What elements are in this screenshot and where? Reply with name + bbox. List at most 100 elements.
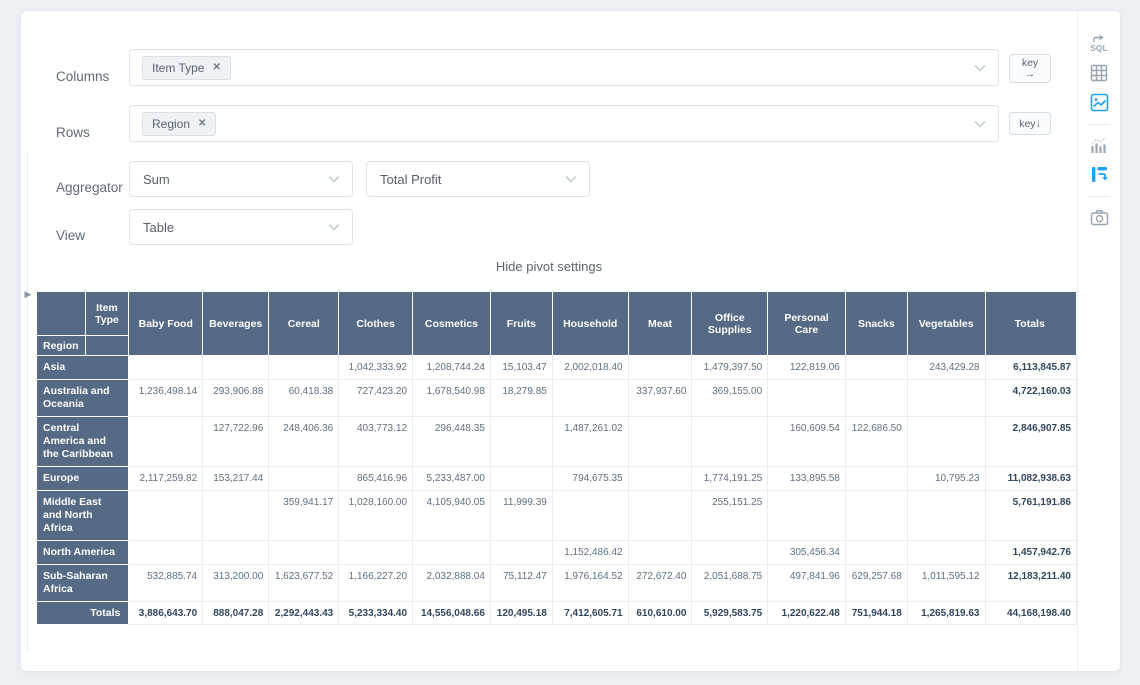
pivot-column-header: Household: [552, 292, 628, 356]
chart-editor-icon[interactable]: [1088, 134, 1110, 156]
columns-sort-key-button[interactable]: key →: [1009, 54, 1051, 83]
expand-panel-handle-icon[interactable]: ▶: [22, 287, 34, 301]
aggregator-select[interactable]: Sum: [129, 161, 353, 197]
columns-select[interactable]: Item Type ✕: [129, 49, 999, 86]
pivot-value-cell: 727,423.20: [339, 380, 413, 417]
pivot-value-cell: 1,479,397.50: [692, 356, 768, 380]
key-button-label: key: [1019, 118, 1035, 130]
pivot-value-cell: 337,937.60: [628, 380, 692, 417]
pivot-value-cell: [129, 417, 203, 467]
pivot-value-cell: 313,200.00: [203, 565, 269, 602]
pivot-value-cell: 1,028,160.00: [339, 491, 413, 541]
pivot-value-cell: 369,155.00: [692, 380, 768, 417]
pivot-column-header: Cosmetics: [413, 292, 491, 356]
pivot-value-cell: 532,885.74: [129, 565, 203, 602]
view-select[interactable]: Table: [129, 209, 353, 245]
toolbar-divider: [1088, 196, 1110, 197]
pivot-row-label: Australia and Oceania: [37, 380, 129, 417]
pivot-column-total-cell: 5,233,334.40: [339, 602, 413, 625]
pivot-column-header: Baby Food: [129, 292, 203, 356]
visualization-view-icon[interactable]: [1088, 91, 1110, 113]
pivot-value-cell: 11,999.39: [490, 491, 552, 541]
pivot-row-total-cell: 5,761,191.86: [985, 491, 1077, 541]
pivot-value-cell: [552, 380, 628, 417]
remove-tag-icon[interactable]: ✕: [198, 119, 206, 129]
pivot-value-cell: [129, 541, 203, 565]
pivot-column-header: Cereal: [269, 292, 339, 356]
pivot-row-label: Central America and the Caribbean: [37, 417, 129, 467]
pivot-value-cell: 1,487,261.02: [552, 417, 628, 467]
pivot-editor-icon[interactable]: [1088, 163, 1110, 185]
hide-pivot-settings-link[interactable]: Hide pivot settings: [21, 259, 1077, 274]
aggregator-field-select[interactable]: Total Profit: [366, 161, 590, 197]
pivot-editor-panel: ▶ Columns Item Type ✕ key → Rows Region …: [20, 10, 1121, 672]
pivot-value-cell: 403,773.12: [339, 417, 413, 467]
col-axis-label: Item Type: [85, 292, 129, 336]
pivot-value-cell: 296,448.35: [413, 417, 491, 467]
pivot-value-cell: [628, 541, 692, 565]
pivot-value-cell: 127,722.96: [203, 417, 269, 467]
chevron-down-icon: [974, 60, 986, 75]
pivot-value-cell: 1,166,227.20: [339, 565, 413, 602]
pivot-value-cell: 1,774,191.25: [692, 467, 768, 491]
pivot-value-cell: 160,609.54: [768, 417, 846, 467]
pivot-value-cell: [907, 541, 985, 565]
toolbar-divider: [1088, 124, 1110, 125]
view-label: View: [56, 228, 85, 243]
pivot-value-cell: [203, 356, 269, 380]
pivot-value-cell: 629,257.68: [845, 565, 907, 602]
columns-tag-item-type[interactable]: Item Type ✕: [142, 56, 231, 80]
pivot-row-total-cell: 6,113,845.87: [985, 356, 1077, 380]
pivot-value-cell: 2,002,018.40: [552, 356, 628, 380]
pivot-column-total-cell: 2,292,443.43: [269, 602, 339, 625]
pivot-value-cell: [628, 356, 692, 380]
pivot-row-total-cell: 12,183,211.40: [985, 565, 1077, 602]
pivot-row-total-cell: 11,082,938.63: [985, 467, 1077, 491]
pivot-value-cell: 133,895.58: [768, 467, 846, 491]
table-view-icon[interactable]: [1088, 62, 1110, 84]
pivot-row-label: Europe: [37, 467, 129, 491]
pivot-value-cell: [490, 541, 552, 565]
rows-select[interactable]: Region ✕: [129, 105, 999, 142]
pivot-row-total-cell: 4,722,160.03: [985, 380, 1077, 417]
aggregator-label: Aggregator: [56, 180, 123, 195]
pivot-column-header: Beverages: [203, 292, 269, 356]
pivot-corner-cell: [37, 292, 86, 336]
pivot-value-cell: [768, 491, 846, 541]
rows-tag-region[interactable]: Region ✕: [142, 112, 216, 136]
pivot-value-cell: [203, 491, 269, 541]
pivot-value-cell: 1,236,498.14: [129, 380, 203, 417]
splitter-line: [27, 151, 28, 653]
pivot-row-label: North America: [37, 541, 129, 565]
pivot-grand-total-cell: 44,168,198.40: [985, 602, 1077, 625]
pivot-value-cell: [628, 417, 692, 467]
pivot-table-container: Item TypeBaby FoodBeveragesCerealClothes…: [36, 291, 1077, 625]
chevron-down-icon: [565, 172, 577, 187]
pivot-value-cell: 248,406.36: [269, 417, 339, 467]
sql-source-icon[interactable]: SQL: [1088, 33, 1110, 55]
pivot-value-cell: 2,117,259.82: [129, 467, 203, 491]
pivot-column-total-cell: 7,412,605.71: [552, 602, 628, 625]
pivot-value-cell: 1,208,744.24: [413, 356, 491, 380]
pivot-value-cell: [490, 417, 552, 467]
pivot-column-header: Meat: [628, 292, 692, 356]
pivot-value-cell: 122,686.50: [845, 417, 907, 467]
chevron-down-icon: [328, 172, 340, 187]
chevron-down-icon: [328, 220, 340, 235]
pivot-column-total-cell: 751,944.18: [845, 602, 907, 625]
pivot-value-cell: [907, 380, 985, 417]
pivot-value-cell: 2,051,688.75: [692, 565, 768, 602]
pivot-value-cell: 359,941.17: [269, 491, 339, 541]
pivot-blank-header-cell: [85, 336, 129, 356]
pivot-value-cell: [203, 541, 269, 565]
rows-sort-key-button[interactable]: key↓: [1009, 112, 1051, 135]
pivot-row-label: Sub-Saharan Africa: [37, 565, 129, 602]
camera-snapshot-icon[interactable]: [1088, 206, 1110, 228]
pivot-row-total-cell: 2,846,907.85: [985, 417, 1077, 467]
pivot-value-cell: 1,152,486.42: [552, 541, 628, 565]
remove-tag-icon[interactable]: ✕: [212, 63, 220, 73]
pivot-value-cell: [692, 541, 768, 565]
pivot-value-cell: [907, 491, 985, 541]
rows-label: Rows: [56, 125, 90, 140]
svg-text:SQL: SQL: [1090, 43, 1107, 53]
